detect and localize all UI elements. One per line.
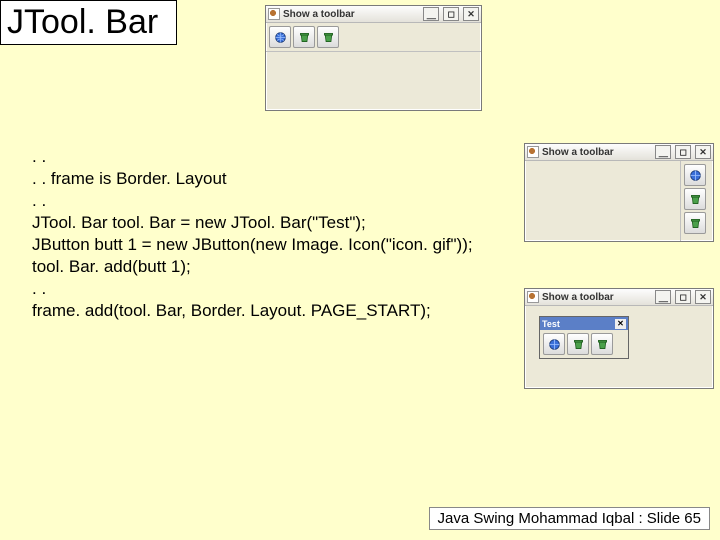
trash-icon[interactable] [293, 26, 315, 48]
maximize-button[interactable]: ◻ [443, 7, 459, 21]
toolbar-vertical [680, 161, 713, 241]
close-button[interactable]: ✕ [695, 290, 711, 304]
window-title: Show a toolbar [542, 292, 614, 303]
trash2-icon[interactable] [317, 26, 339, 48]
palette-close-icon[interactable]: ✕ [615, 319, 626, 329]
close-button[interactable]: ✕ [695, 145, 711, 159]
maximize-button[interactable]: ◻ [675, 145, 691, 159]
window-controls: ⎽ ◻ ✕ [422, 7, 479, 21]
trash2-icon[interactable] [591, 333, 613, 355]
minimize-button[interactable]: ⎽ [655, 145, 671, 159]
trash-icon[interactable] [567, 333, 589, 355]
window-controls: ⎽ ◻ ✕ [654, 145, 711, 159]
globe-icon[interactable] [684, 164, 706, 186]
window-title: Show a toolbar [283, 9, 355, 20]
example-window-top-toolbar: Show a toolbar ⎽ ◻ ✕ [265, 5, 482, 111]
slide-title: JTool. Bar [0, 0, 177, 45]
floating-toolbar[interactable]: Test ✕ [539, 316, 629, 359]
content-area [525, 161, 680, 235]
slide-footer: Java Swing Mohammad Iqbal : Slide 65 [429, 507, 710, 530]
java-icon [527, 291, 539, 303]
globe-icon[interactable] [269, 26, 291, 48]
trash-icon[interactable] [684, 188, 706, 210]
palette-buttons [540, 330, 628, 358]
titlebar[interactable]: Show a toolbar ⎽ ◻ ✕ [266, 6, 481, 23]
content-area: Test ✕ [525, 306, 713, 388]
palette-titlebar[interactable]: Test ✕ [540, 317, 628, 330]
example-window-side-toolbar: Show a toolbar ⎽ ◻ ✕ [524, 143, 714, 242]
maximize-button[interactable]: ◻ [675, 290, 691, 304]
example-window-floating-toolbar: Show a toolbar ⎽ ◻ ✕ Test ✕ [524, 288, 714, 389]
palette-title: Test [542, 319, 560, 329]
content-area [266, 52, 481, 110]
minimize-button[interactable]: ⎽ [423, 7, 439, 21]
window-title: Show a toolbar [542, 147, 614, 158]
toolbar [266, 23, 481, 52]
java-icon [268, 8, 280, 20]
minimize-button[interactable]: ⎽ [655, 290, 671, 304]
close-button[interactable]: ✕ [463, 7, 479, 21]
titlebar[interactable]: Show a toolbar ⎽ ◻ ✕ [525, 289, 713, 306]
java-icon [527, 146, 539, 158]
code-block: . . . . frame is Border. Layout . . JToo… [32, 146, 473, 322]
titlebar[interactable]: Show a toolbar ⎽ ◻ ✕ [525, 144, 713, 161]
globe-icon[interactable] [543, 333, 565, 355]
trash2-icon[interactable] [684, 212, 706, 234]
window-controls: ⎽ ◻ ✕ [654, 290, 711, 304]
